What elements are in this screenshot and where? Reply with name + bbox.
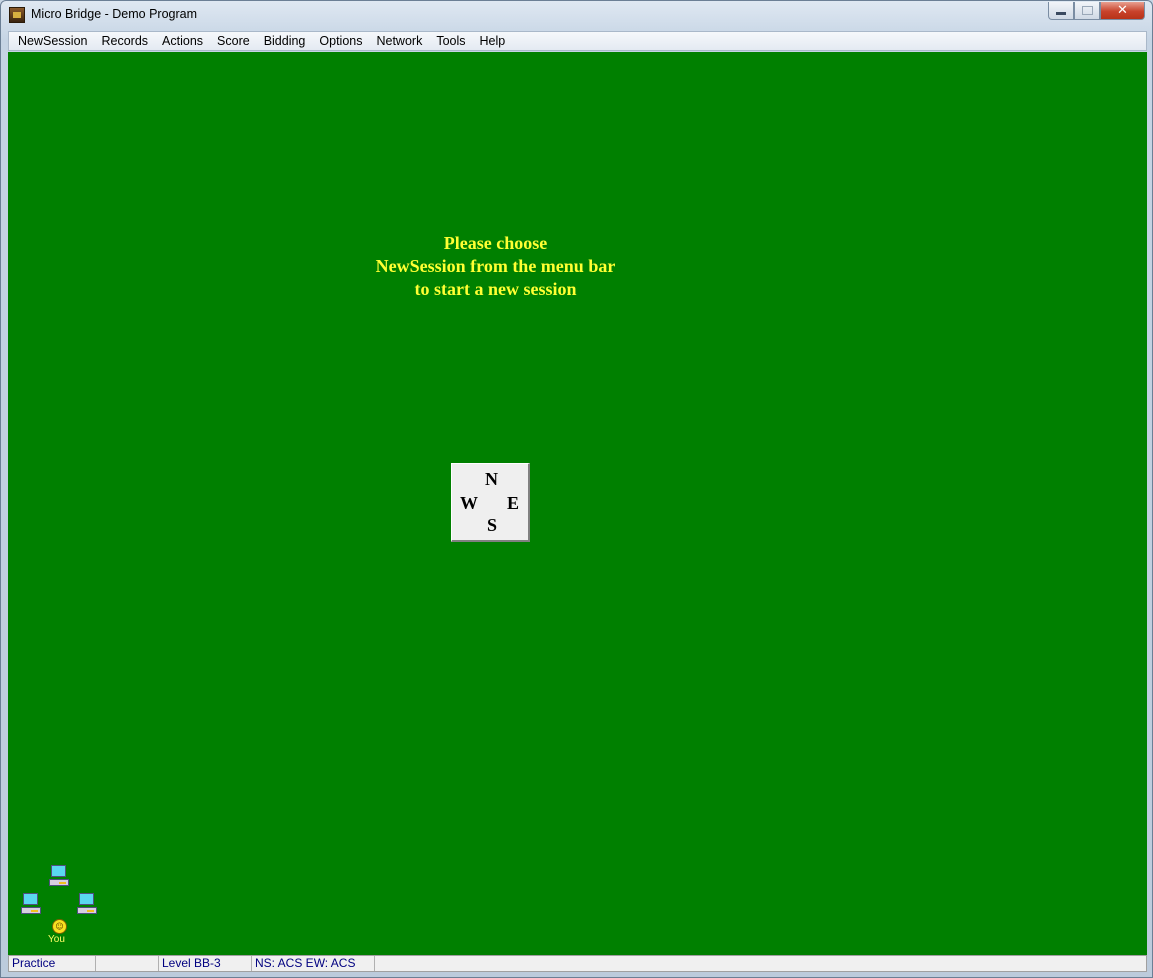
card-table: Please choose NewSession from the menu b… [8, 52, 1147, 955]
compass-north: N [485, 469, 498, 489]
prompt-line-1: Please choose [443, 233, 548, 253]
menu-bidding[interactable]: Bidding [257, 32, 313, 50]
bridge-app-icon[interactable] [9, 7, 25, 23]
status-bar: Practice Level BB-3 NS: ACS EW: ACS [8, 955, 1147, 972]
compass-box: N W E S [451, 463, 530, 542]
menu-actions[interactable]: Actions [155, 32, 210, 50]
compass-west: W [460, 493, 478, 513]
prompt-line-2: NewSession from the menu bar [375, 256, 616, 276]
west-computer-icon [21, 893, 41, 915]
you-label: You [48, 934, 65, 945]
maximize-icon [1081, 6, 1093, 15]
menu-tools[interactable]: Tools [429, 32, 472, 50]
menu-bar: NewSession Records Actions Score Bidding… [8, 31, 1147, 51]
compass-east: E [507, 493, 520, 513]
you-smiley-icon: ☺ [52, 919, 67, 934]
east-computer-icon [77, 893, 97, 915]
window-controls: ✕ [1048, 2, 1145, 20]
menu-records[interactable]: Records [94, 32, 155, 50]
close-button[interactable]: ✕ [1100, 2, 1145, 20]
prompt-line-3: to start a new session [414, 279, 577, 299]
close-icon: ✕ [1117, 3, 1128, 18]
maximize-button[interactable] [1074, 2, 1100, 20]
minimize-icon [1056, 11, 1066, 15]
status-conventions: NS: ACS EW: ACS [252, 956, 375, 971]
status-empty-2 [375, 956, 1146, 971]
start-prompt: Please choose NewSession from the menu b… [8, 232, 983, 301]
menu-help[interactable]: Help [473, 32, 513, 50]
menu-newsession[interactable]: NewSession [11, 32, 94, 50]
title-bar[interactable]: Micro Bridge - Demo Program ✕ [1, 1, 1152, 29]
status-level: Level BB-3 [159, 956, 252, 971]
status-mode: Practice [9, 956, 96, 971]
menu-options[interactable]: Options [312, 32, 369, 50]
menu-network[interactable]: Network [369, 32, 429, 50]
app-window: Micro Bridge - Demo Program ✕ NewSession… [0, 0, 1153, 978]
north-computer-icon [49, 865, 69, 887]
minimize-button[interactable] [1048, 2, 1074, 20]
window-title: Micro Bridge - Demo Program [31, 7, 198, 21]
status-empty-1 [96, 956, 159, 971]
compass-south: S [487, 515, 498, 535]
menu-score[interactable]: Score [210, 32, 257, 50]
